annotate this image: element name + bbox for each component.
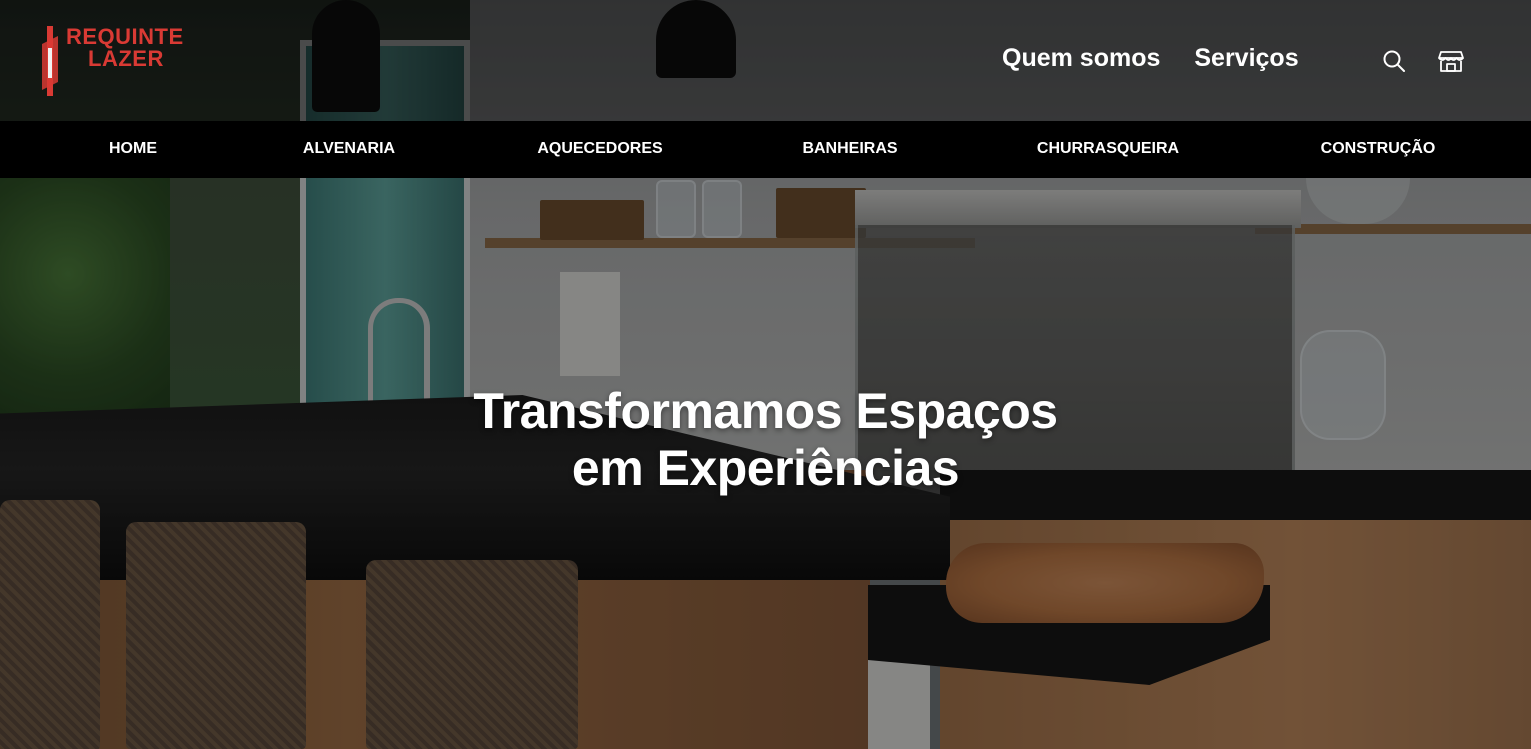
logo-text-line2: LAZER	[88, 46, 164, 71]
hero-section: Transformamos Espaços em Experiências	[0, 383, 1531, 497]
category-navigation: HOME ALVENARIA AQUECEDORES BANHEIRAS CHU…	[0, 121, 1531, 178]
brand-logo[interactable]: REQUINTE LAZER	[42, 26, 184, 96]
category-link-alvenaria[interactable]: ALVENARIA	[303, 140, 395, 158]
store-icon[interactable]	[1438, 48, 1464, 74]
category-link-banheiras[interactable]: BANHEIRAS	[802, 140, 897, 158]
hero-title-line2: em Experiências	[571, 440, 960, 496]
site-header: REQUINTE LAZER Quem somos Serviços	[0, 0, 1531, 121]
top-navigation: Quem somos Serviços	[1002, 44, 1299, 73]
logo-text-line1: REQUINTE	[66, 24, 184, 49]
category-link-construcao[interactable]: CONSTRUÇÃO	[1321, 140, 1436, 158]
category-link-aquecedores[interactable]: AQUECEDORES	[537, 140, 662, 158]
hero-title: Transformamos Espaços em Experiências	[0, 383, 1531, 497]
search-icon[interactable]	[1381, 48, 1407, 74]
logo-mark-icon	[42, 26, 58, 96]
category-link-home[interactable]: HOME	[109, 140, 157, 158]
category-link-churrasqueira[interactable]: CHURRASQUEIRA	[1037, 140, 1179, 158]
nav-link-servicos[interactable]: Serviços	[1194, 44, 1298, 73]
nav-link-quem-somos[interactable]: Quem somos	[1002, 44, 1160, 73]
hero-title-line1: Transformamos Espaços	[473, 383, 1058, 439]
